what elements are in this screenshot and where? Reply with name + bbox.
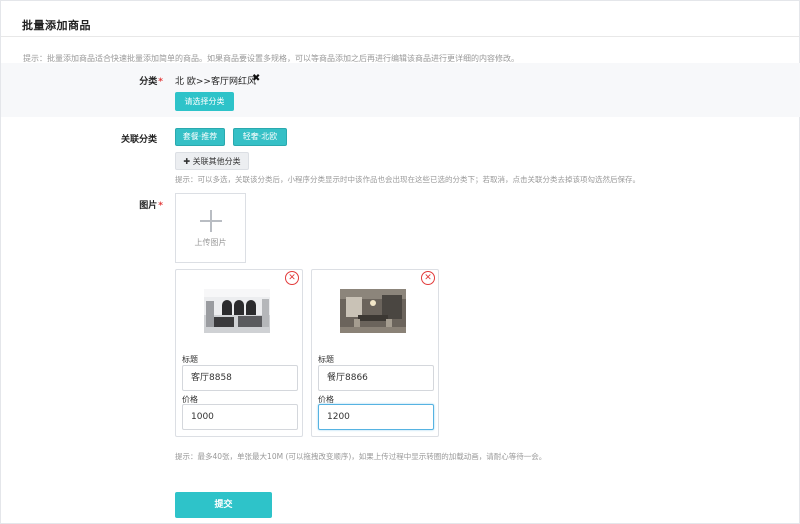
- related-category-label: 关联分类: [120, 135, 157, 145]
- remove-image-icon[interactable]: ✕: [421, 271, 435, 285]
- remove-category-icon[interactable]: ✖: [252, 73, 260, 84]
- title-label: 标题: [182, 355, 198, 364]
- selected-category: 北 欧>>客厅网红风: [175, 77, 256, 87]
- page-title: 批量添加商品: [22, 19, 91, 32]
- remove-image-icon[interactable]: ✕: [285, 271, 299, 285]
- panel-header: 批量添加商品: [1, 1, 799, 37]
- price-input[interactable]: 1000: [182, 404, 298, 430]
- dining-room-thumbnail: [340, 289, 406, 333]
- related-tag[interactable]: 轻奢·北欧: [233, 128, 287, 146]
- image-card: ✕ 标题 客厅8858 价格 1000: [175, 269, 303, 437]
- living-room-thumbnail: [204, 289, 270, 333]
- related-tag[interactable]: 套餐·推荐: [175, 128, 225, 146]
- price-input[interactable]: 1200: [318, 404, 434, 430]
- title-input[interactable]: 餐厅8866: [318, 365, 434, 391]
- upload-image-button[interactable]: 上传图片: [175, 193, 246, 263]
- title-input[interactable]: 客厅8858: [182, 365, 298, 391]
- batch-add-panel: 批量添加商品 提示：批量添加商品适合快速批量添加简单的商品。如果商品要设置多规格…: [0, 0, 800, 524]
- images-tip: 提示：最多40张，单张最大10M (可以拖拽改变顺序)，如果上传过程中显示转圈的…: [175, 452, 547, 461]
- title-label: 标题: [318, 355, 334, 364]
- choose-category-button[interactable]: 请选择分类: [175, 92, 234, 111]
- associate-other-category-button[interactable]: ✚ 关联其他分类: [175, 152, 249, 170]
- image-card: ✕ 标题 餐厅8866 价格 1200: [311, 269, 439, 437]
- upload-image-label: 上传图片: [194, 238, 227, 247]
- required-mark: *: [158, 77, 163, 87]
- related-category-tip: 提示：可以多选，关联该分类后，小程序分类显示时中该作品也会出现在这些已选的分类下…: [175, 175, 640, 184]
- category-row-background: [1, 63, 800, 117]
- required-mark: *: [158, 201, 163, 211]
- plus-icon: [210, 210, 212, 232]
- images-label: 图片*: [139, 201, 163, 211]
- submit-button[interactable]: 提交: [175, 492, 272, 518]
- category-label: 分类*: [139, 77, 163, 87]
